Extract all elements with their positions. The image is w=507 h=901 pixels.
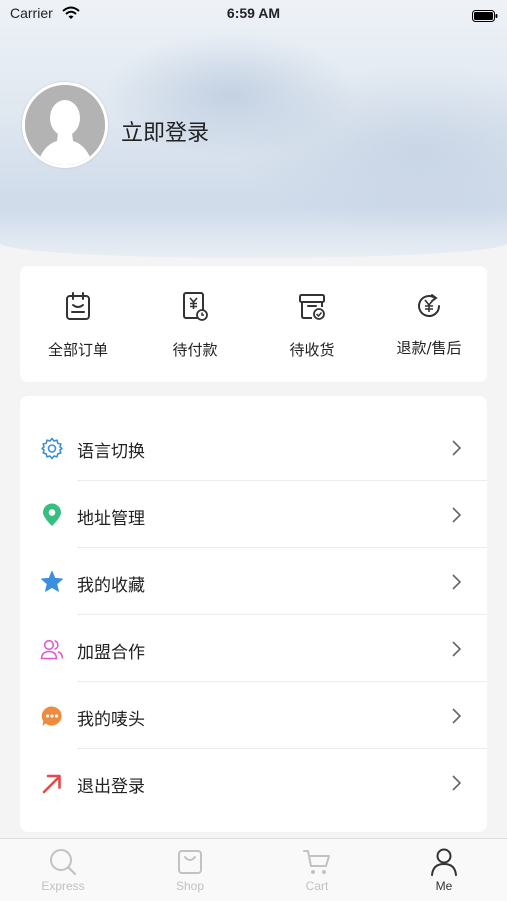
- menu-label-franchise: 加盟合作: [77, 643, 145, 663]
- tab-shop[interactable]: Shop: [127, 839, 253, 901]
- chevron-right-icon: [452, 440, 462, 456]
- tab-me[interactable]: Me: [381, 839, 507, 901]
- gear-icon: [41, 437, 63, 460]
- menu-label-marks: 我的唛头: [77, 710, 145, 730]
- clipboard-icon: [66, 292, 90, 320]
- chevron-right-icon: [452, 708, 462, 724]
- menu-label-address: 地址管理: [77, 509, 145, 529]
- menu-item-marks[interactable]: 我的唛头: [20, 682, 487, 749]
- package-receive-icon: [299, 294, 325, 320]
- cart-icon: [303, 850, 330, 874]
- tab-cart-label: Cart: [305, 879, 329, 893]
- chevron-right-icon: [452, 507, 462, 523]
- refund-icon: [418, 294, 440, 317]
- order-receive-button[interactable]: 待收货: [254, 266, 370, 382]
- login-link[interactable]: 立即登录: [121, 115, 209, 147]
- shop-bag-icon: [178, 850, 202, 874]
- menu-label-language: 语言切换: [77, 442, 145, 462]
- orders-card: 全部订单 待付款 待收货 退款/售后: [20, 266, 487, 382]
- menu-label-favorites: 我的收藏: [77, 576, 145, 596]
- default-avatar-icon: [25, 85, 105, 165]
- menu-item-address[interactable]: 地址管理: [20, 481, 487, 548]
- menu-item-language[interactable]: 语言切换: [20, 414, 487, 481]
- tab-me-label: Me: [435, 879, 453, 893]
- payment-pending-icon: [183, 292, 208, 321]
- status-bar: Carrier 6:59 AM: [0, 0, 507, 28]
- menu-item-franchise[interactable]: 加盟合作: [20, 615, 487, 682]
- order-refund-label: 退款/售后: [396, 339, 462, 357]
- battery-icon: [472, 7, 498, 22]
- search-icon: [50, 849, 77, 876]
- chevron-right-icon: [452, 775, 462, 791]
- chat-bubble-icon: [41, 706, 62, 726]
- tab-express-label: Express: [41, 879, 85, 893]
- users-icon: [40, 639, 64, 660]
- order-unpaid-label: 待付款: [172, 341, 218, 359]
- order-receive-label: 待收货: [289, 341, 335, 359]
- menu-item-favorites[interactable]: 我的收藏: [20, 548, 487, 615]
- order-all-button[interactable]: 全部订单: [20, 266, 136, 382]
- location-pin-icon: [43, 503, 61, 526]
- tab-express[interactable]: Express: [0, 839, 126, 901]
- tab-cart[interactable]: Cart: [254, 839, 380, 901]
- chevron-right-icon: [452, 574, 462, 590]
- order-refund-button[interactable]: 退款/售后: [371, 266, 487, 382]
- chevron-right-icon: [452, 641, 462, 657]
- clock-label: 6:59 AM: [226, 5, 281, 21]
- avatar[interactable]: [22, 82, 108, 168]
- tab-shop-label: Shop: [175, 879, 205, 893]
- order-unpaid-button[interactable]: 待付款: [137, 266, 253, 382]
- arrow-up-right-icon: [42, 774, 61, 794]
- person-icon: [431, 848, 457, 876]
- menu-item-logout[interactable]: 退出登录: [20, 749, 487, 816]
- settings-menu: 语言切换 地址管理 我的收藏 加盟合作 我的唛头 退出登录: [20, 396, 487, 832]
- tab-bar: Express Shop Cart Me: [0, 838, 507, 901]
- order-all-label: 全部订单: [47, 341, 108, 359]
- menu-label-logout: 退出登录: [77, 777, 145, 797]
- star-icon: [41, 571, 63, 592]
